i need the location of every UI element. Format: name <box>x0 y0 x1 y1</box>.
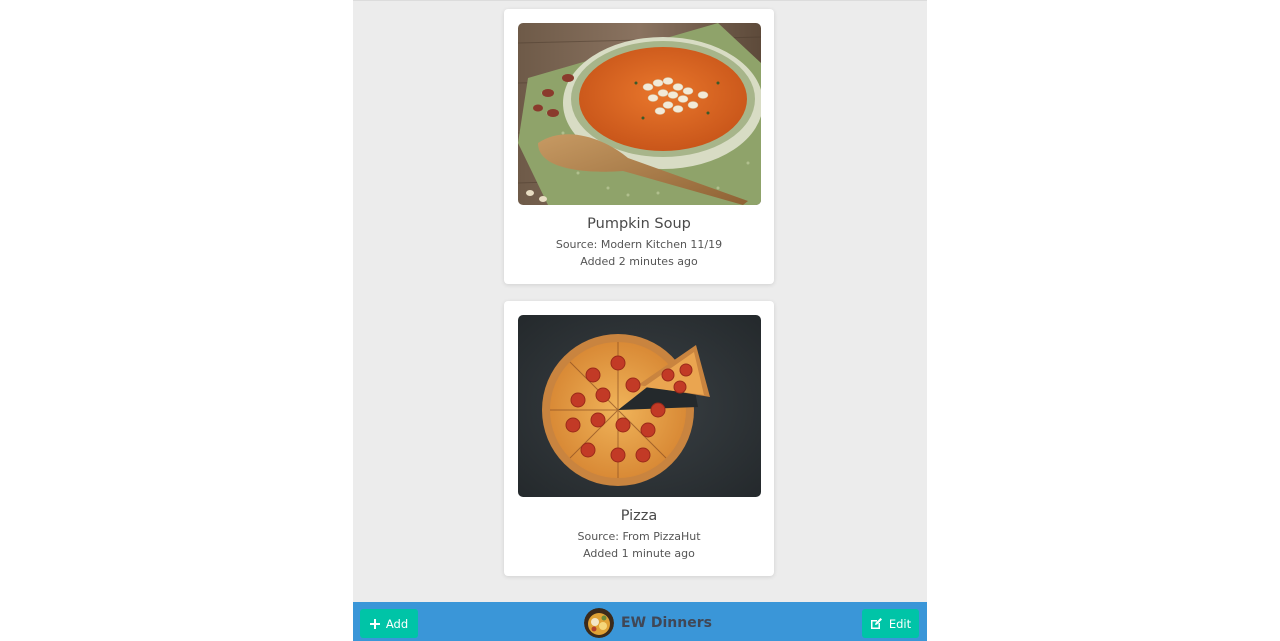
plus-icon <box>369 618 380 629</box>
recipe-card[interactable]: Pizza Source: From PizzaHut Added 1 minu… <box>504 301 774 576</box>
dinner-logo <box>584 608 614 638</box>
recipe-source: Source: From PizzaHut <box>577 530 701 543</box>
pumpkin-soup-photo <box>518 23 761 205</box>
edit-button-label: Edit <box>888 616 912 631</box>
recipe-card[interactable]: Pumpkin Soup Source: Modern Kitchen 11/1… <box>504 9 774 284</box>
recipe-title: Pizza <box>620 508 658 524</box>
footer-bar: Add EW Dinners Edit <box>353 602 927 641</box>
app-container: Pumpkin Soup Source: Modern Kitchen 11/1… <box>353 0 927 641</box>
edit-button[interactable]: Edit <box>862 609 919 638</box>
add-button[interactable]: Add <box>360 609 418 638</box>
brand[interactable]: EW Dinners <box>584 608 712 638</box>
pizza-photo <box>518 315 761 497</box>
recipe-source: Source: Modern Kitchen 11/19 <box>555 238 723 251</box>
recipe-added: Added 1 minute ago <box>583 547 695 560</box>
edit-icon <box>870 617 883 630</box>
brand-name: EW Dinners <box>621 615 712 631</box>
recipe-added: Added 2 minutes ago <box>580 255 698 268</box>
recipe-title: Pumpkin Soup <box>587 216 691 232</box>
add-button-label: Add <box>385 616 409 631</box>
